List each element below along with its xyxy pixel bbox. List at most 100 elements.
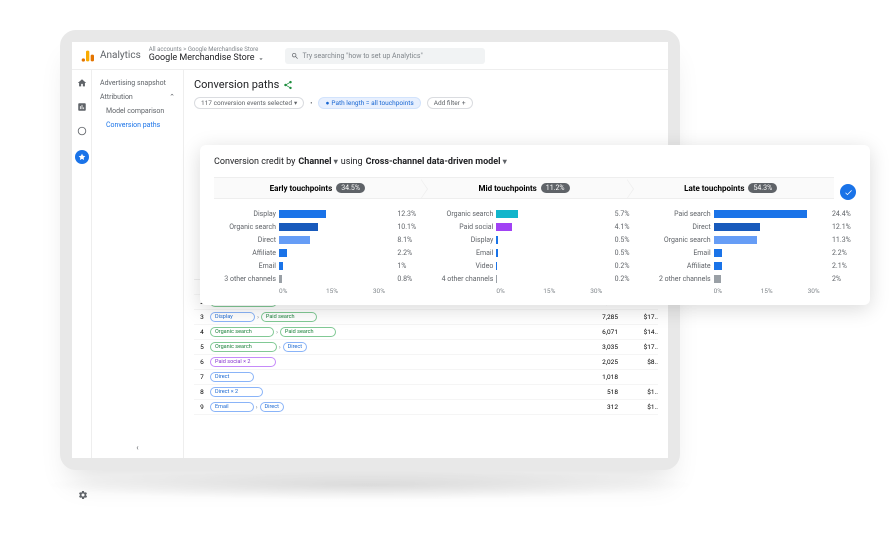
events-filter[interactable]: 117 conversion events selected ▾ <box>194 97 304 109</box>
bar <box>279 262 283 270</box>
pathlength-filter[interactable]: ●Path length = all touchpoints <box>318 97 420 109</box>
bar <box>279 236 310 244</box>
bar-row: Email0.5% <box>431 246 638 259</box>
table-row[interactable]: 3Display51%›Paid search49%7,285$17.. <box>194 310 658 325</box>
bar <box>714 275 722 283</box>
bar-value: 24.4% <box>832 210 856 218</box>
settings-icon[interactable] <box>78 485 88 495</box>
chevron-down-icon <box>257 55 265 63</box>
table-row[interactable]: 6Paid social × 2100%2,025$8.. <box>194 355 658 370</box>
table-row[interactable]: 9Email100%›Direct312$1.. <box>194 400 658 415</box>
add-filter-button[interactable]: Add filter + <box>427 97 473 109</box>
nav-attribution[interactable]: Attribution ⌃ <box>92 90 183 104</box>
search-placeholder: Try searching "how to set up Analytics" <box>303 52 423 60</box>
table-row[interactable]: 8Direct × 2100%518$1.. <box>194 385 658 400</box>
bar-label: Email <box>431 249 493 257</box>
bar <box>496 249 498 257</box>
search-icon <box>291 52 299 60</box>
bar-row: Display12.3% <box>214 207 421 220</box>
bar-row: Email1% <box>214 259 421 272</box>
stage[interactable]: Early touchpoints34.5% <box>214 177 421 199</box>
dimension-dropdown[interactable]: Channel ▾ <box>298 157 337 167</box>
channel-chip: Direct <box>260 402 284 412</box>
bar <box>496 275 497 283</box>
check-badge <box>840 184 856 200</box>
table-row[interactable]: 4Organic search52%›Paid search48%6,071$1… <box>194 325 658 340</box>
bar-value: 11.3% <box>832 236 856 244</box>
bar-value: 2.2% <box>832 249 856 257</box>
property-name: Google Merchandise Store <box>149 54 265 64</box>
touchpoint-chart: Display12.3%Organic search10.1%Direct8.1… <box>214 207 421 295</box>
bar-label: 3 other channels <box>214 275 276 283</box>
bar <box>714 249 722 257</box>
stage[interactable]: Mid touchpoints11.2% <box>421 177 628 199</box>
channel-chip: Paid search48% <box>280 327 336 337</box>
nav-advertising-snapshot[interactable]: Advertising snapshot <box>92 76 183 90</box>
brand-label: Analytics <box>100 50 141 61</box>
bar-value: 4.1% <box>615 223 639 231</box>
stage-stepper: Early touchpoints34.5%Mid touchpoints11.… <box>214 177 834 199</box>
chevron-down-icon: ▾ <box>503 157 507 166</box>
bar-label: Direct <box>649 223 711 231</box>
bar <box>714 236 757 244</box>
bar-value: 1% <box>397 262 421 270</box>
bar-row: Organic search 11.3% <box>649 233 856 246</box>
arrow-icon: › <box>276 329 278 336</box>
charts-row: Display12.3%Organic search10.1%Direct8.1… <box>214 207 856 295</box>
top-bar: Analytics All accounts > Google Merchand… <box>72 42 668 70</box>
bar-row: Paid social 4.1% <box>431 220 638 233</box>
table-row[interactable]: 7Direct100%1,018 <box>194 370 658 385</box>
bar-label: Organic search <box>649 236 711 244</box>
x-axis: 0%15%30% <box>431 287 638 295</box>
bar-row: Organic search5.7% <box>431 207 638 220</box>
filter-bar: 117 conversion events selected ▾ • ●Path… <box>194 97 658 109</box>
touchpoint-chart: Paid search24.4%Direct12.1%Organic searc… <box>649 207 856 295</box>
model-dropdown[interactable]: Cross-channel data-driven model ▾ <box>366 157 507 167</box>
account-picker[interactable]: All accounts > Google Merchandise Store … <box>149 47 265 63</box>
bar-row: Direct8.1% <box>214 233 421 246</box>
side-nav: Advertising snapshot Attribution ⌃ Model… <box>92 70 184 458</box>
conversion-credit-card: Conversion credit by Channel ▾ using Cro… <box>200 145 870 305</box>
x-axis: 0%15%30% <box>649 287 856 295</box>
chevron-down-icon: ▾ <box>294 99 297 107</box>
channel-chip: Direct × 2100% <box>210 387 263 397</box>
channel-chip: Paid social × 2100% <box>210 357 276 367</box>
bar <box>714 262 722 270</box>
bar <box>714 223 761 231</box>
bar-row: Organic search10.1% <box>214 220 421 233</box>
bar-label: Video <box>431 262 493 270</box>
table-row[interactable]: 5Organic search100%›Direct3,035$17.. <box>194 340 658 355</box>
stage-badge: 11.2% <box>541 183 570 193</box>
stage-badge: 34.5% <box>336 183 365 193</box>
reports-icon[interactable] <box>77 102 87 114</box>
bar-label: Paid social <box>431 223 493 231</box>
bar-row: Direct12.1% <box>649 220 856 233</box>
stage[interactable]: Late touchpoints54.3% <box>627 177 834 199</box>
channel-chip: Direct <box>283 342 307 352</box>
bar <box>279 249 287 257</box>
bar-value: 0.5% <box>615 236 639 244</box>
channel-chip: Organic search100% <box>210 342 277 352</box>
analytics-logo: Analytics <box>80 48 141 64</box>
plus-icon: + <box>462 99 466 107</box>
search-input[interactable]: Try searching "how to set up Analytics" <box>285 48 485 64</box>
explore-icon[interactable] <box>77 126 87 138</box>
home-icon[interactable] <box>77 78 87 90</box>
bar-label: 2 other channels <box>649 275 711 283</box>
nav-conversion-paths[interactable]: Conversion paths <box>92 118 183 132</box>
bar <box>496 223 512 231</box>
nav-model-comparison[interactable]: Model comparison <box>92 104 183 118</box>
bar-label: Affiliate <box>649 262 711 270</box>
bar-label: Display <box>431 236 493 244</box>
advertising-icon[interactable] <box>75 150 89 164</box>
page-title: Conversion paths <box>194 78 658 91</box>
stage-badge: 54.3% <box>748 183 777 193</box>
bar <box>496 236 498 244</box>
collapse-nav[interactable]: ‹ <box>136 443 138 452</box>
share-icon[interactable] <box>283 80 293 90</box>
bar-value: 0.2% <box>615 262 639 270</box>
bar-value: 2.1% <box>832 262 856 270</box>
bar-label: Email <box>649 249 711 257</box>
bar-label: Organic search <box>214 223 276 231</box>
chevron-down-icon: ▾ <box>334 157 338 166</box>
